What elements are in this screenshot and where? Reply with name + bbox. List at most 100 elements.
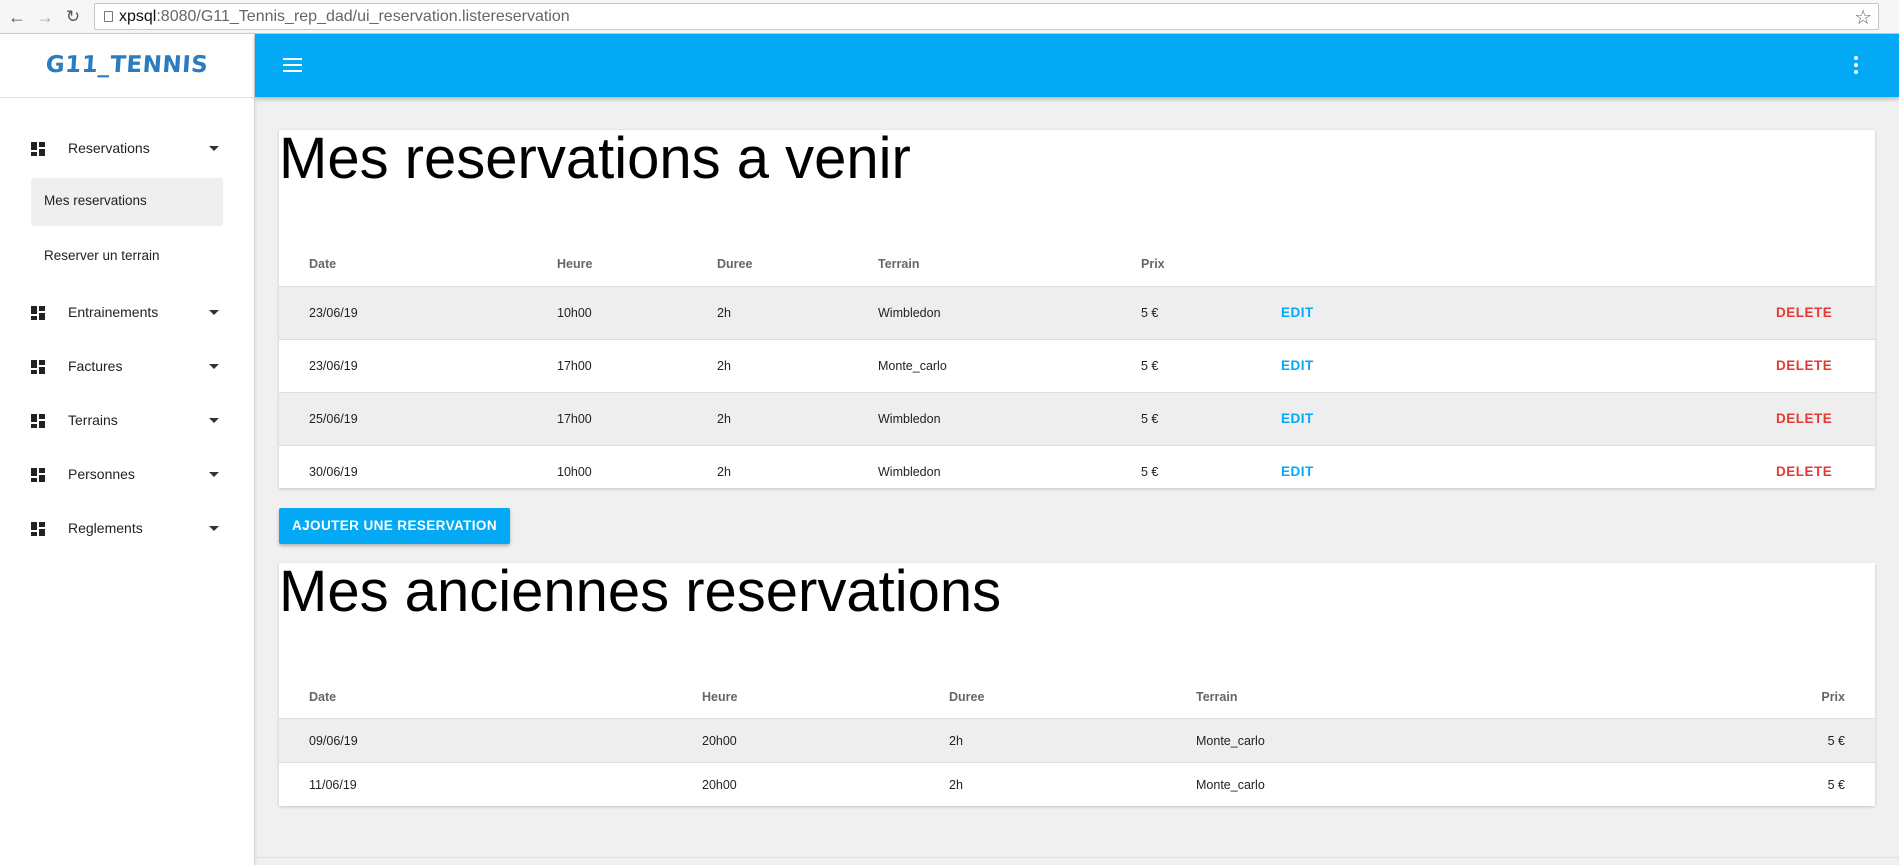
sidebar-item-terrains[interactable]: Terrains (0, 401, 254, 441)
table-row: 30/06/19 10h00 2h Wimbledon 5 € EDIT DEL… (279, 445, 1875, 488)
dashboard-icon (31, 468, 45, 482)
cell-duree: 2h (717, 465, 731, 479)
url-path: :8080/G11_Tennis_rep_dad/ui_reservation.… (156, 8, 570, 25)
cell-prix: 5 € (1827, 734, 1845, 748)
column-header-heure: Heure (702, 690, 738, 704)
dashboard-icon (31, 142, 45, 156)
column-header-duree: Duree (949, 690, 985, 704)
sidebar-subitem-mes-reservations[interactable]: Mes reservations (31, 178, 223, 226)
column-header-terrain: Terrain (878, 257, 920, 271)
column-header-date: Date (309, 690, 337, 704)
edit-button[interactable]: EDIT (1281, 305, 1314, 320)
cell-heure: 20h00 (702, 778, 737, 792)
cell-prix: 5 € (1141, 412, 1159, 426)
address-bar[interactable]: xpsql:8080/G11_Tennis_rep_dad/ui_reserva… (94, 3, 1879, 30)
edit-button[interactable]: EDIT (1281, 358, 1314, 373)
sidebar-item-label: Terrains (68, 412, 118, 428)
past-title: Mes anciennes reservations (279, 559, 1002, 624)
sidebar-item-label: Entrainements (68, 304, 159, 320)
delete-button[interactable]: DELETE (1776, 464, 1832, 479)
cell-heure: 20h00 (702, 734, 737, 748)
chevron-down-icon (209, 146, 219, 151)
sidebar-subitem-reserver-un-terrain[interactable]: Reserver un terrain (31, 233, 223, 281)
cell-duree: 2h (717, 412, 731, 426)
edit-button[interactable]: EDIT (1281, 464, 1314, 479)
sidebar-item-reglements[interactable]: Reglements (0, 509, 254, 549)
cell-date: 30/06/19 (309, 465, 358, 479)
cell-heure: 17h00 (557, 412, 592, 426)
sidebar-subitem-label: Mes reservations (44, 193, 147, 208)
delete-button[interactable]: DELETE (1776, 358, 1832, 373)
cell-terrain: Monte_carlo (878, 359, 947, 373)
browser-toolbar: ← → ↻ xpsql:8080/G11_Tennis_rep_dad/ui_r… (0, 0, 1899, 34)
url-text[interactable]: xpsql:8080/G11_Tennis_rep_dad/ui_reserva… (119, 8, 570, 26)
back-arrow-icon[interactable]: ← (6, 6, 28, 28)
cell-heure: 17h00 (557, 359, 592, 373)
delete-button[interactable]: DELETE (1776, 305, 1832, 320)
column-header-heure: Heure (557, 257, 593, 271)
table-row: 11/06/19 20h00 2h Monte_carlo 5 € (279, 762, 1875, 806)
cell-heure: 10h00 (557, 306, 592, 320)
cell-date: 25/06/19 (309, 412, 358, 426)
sidebar-item-reservations[interactable]: Reservations (0, 129, 254, 169)
cell-prix: 5 € (1141, 465, 1159, 479)
logo-area: G11_TENNIS (0, 34, 254, 98)
cell-terrain: Monte_carlo (1196, 734, 1265, 748)
cell-date: 09/06/19 (309, 734, 358, 748)
upcoming-title: Mes reservations a venir (279, 126, 911, 191)
column-header-terrain: Terrain (1196, 690, 1238, 704)
cell-date: 23/06/19 (309, 306, 358, 320)
table-row: 25/06/19 17h00 2h Wimbledon 5 € EDIT DEL… (279, 392, 1875, 445)
sidebar-item-entrainements[interactable]: Entrainements (0, 293, 254, 333)
bookmark-star-icon[interactable]: ☆ (1854, 5, 1872, 30)
sidebar-item-label: Personnes (68, 466, 135, 482)
forward-arrow-icon[interactable]: → (34, 6, 56, 28)
hamburger-menu-icon[interactable] (283, 58, 302, 72)
divider (255, 857, 1899, 858)
app-logo[interactable]: G11_TENNIS (0, 52, 255, 78)
chevron-down-icon (209, 310, 219, 315)
cell-date: 11/06/19 (309, 778, 357, 792)
cell-prix: 5 € (1141, 306, 1159, 320)
cell-terrain: Wimbledon (878, 412, 941, 426)
sidebar-item-personnes[interactable]: Personnes (0, 455, 254, 495)
sidebar: G11_TENNIS Reservations Mes reservations… (0, 34, 255, 865)
dashboard-icon (31, 306, 45, 320)
sidebar-subitem-label: Reserver un terrain (44, 248, 160, 263)
dashboard-icon (31, 414, 45, 428)
column-header-prix: Prix (1141, 257, 1165, 271)
cell-heure: 10h00 (557, 465, 592, 479)
chevron-down-icon (209, 472, 219, 477)
sidebar-item-label: Factures (68, 358, 123, 374)
edit-button[interactable]: EDIT (1281, 411, 1314, 426)
chevron-down-icon (209, 526, 219, 531)
sidebar-item-label: Reservations (68, 140, 150, 156)
chevron-down-icon (209, 364, 219, 369)
more-vert-icon[interactable] (1853, 56, 1859, 76)
cell-terrain: Monte_carlo (1196, 778, 1265, 792)
table-row: 23/06/19 10h00 2h Wimbledon 5 € EDIT DEL… (279, 286, 1875, 339)
dashboard-icon (31, 522, 45, 536)
table-row: 09/06/19 20h00 2h Monte_carlo 5 € (279, 718, 1875, 762)
cell-terrain: Wimbledon (878, 306, 941, 320)
cell-terrain: Wimbledon (878, 465, 941, 479)
column-header-duree: Duree (717, 257, 753, 271)
cell-duree: 2h (949, 778, 963, 792)
app-header (255, 34, 1899, 97)
reload-icon[interactable]: ↻ (62, 6, 84, 28)
chevron-down-icon (209, 418, 219, 423)
url-host: xpsql (119, 8, 157, 25)
table-row: 23/06/19 17h00 2h Monte_carlo 5 € EDIT D… (279, 339, 1875, 392)
cell-duree: 2h (949, 734, 963, 748)
cell-prix: 5 € (1827, 778, 1845, 792)
sidebar-item-factures[interactable]: Factures (0, 347, 254, 387)
cell-prix: 5 € (1141, 359, 1159, 373)
dashboard-icon (31, 360, 45, 374)
delete-button[interactable]: DELETE (1776, 411, 1832, 426)
cell-date: 23/06/19 (309, 359, 358, 373)
sidebar-item-label: Reglements (68, 520, 143, 536)
add-reservation-button[interactable]: AJOUTER UNE RESERVATION (279, 508, 510, 544)
cell-duree: 2h (717, 306, 731, 320)
column-header-date: Date (309, 257, 337, 271)
cell-duree: 2h (717, 359, 731, 373)
